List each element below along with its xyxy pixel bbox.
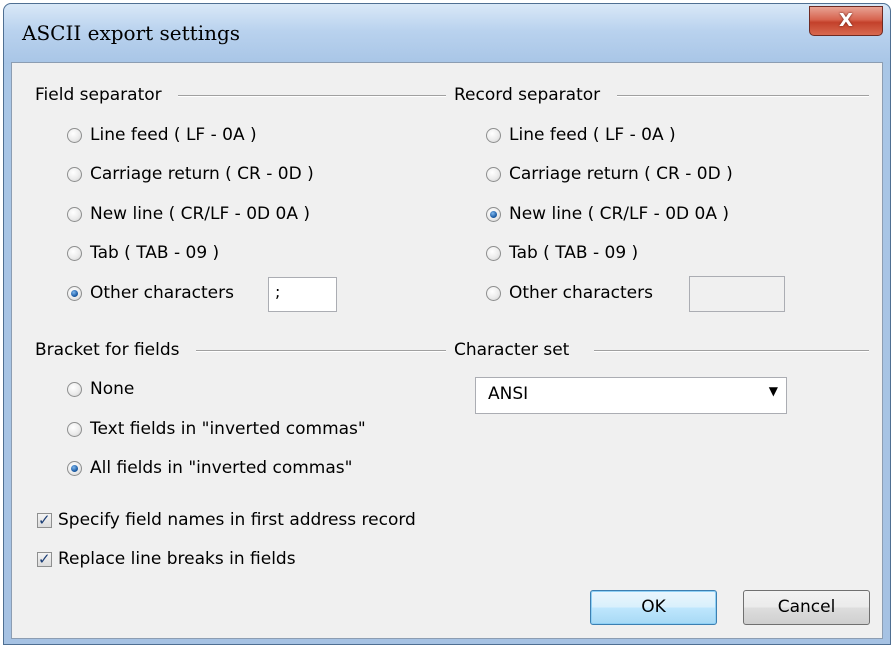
field-sep-other-input[interactable]: ; [268, 277, 337, 312]
cancel-button[interactable]: Cancel [743, 590, 870, 625]
radio-button[interactable] [486, 285, 501, 301]
charset-selected-value: ANSI [488, 384, 529, 404]
field-sep-option-tab[interactable]: Tab ( TAB - 09 ) [67, 241, 219, 265]
radio-button[interactable] [486, 245, 501, 261]
dialog-window: ASCII export settings X Field separator … [3, 3, 891, 645]
radio-button[interactable] [486, 127, 501, 143]
field-sep-option-label: Carriage return ( CR - 0D ) [90, 164, 314, 184]
radio-button[interactable] [67, 127, 82, 143]
radio-button[interactable] [67, 206, 82, 222]
checkbox-field-names[interactable]: Specify field names in first address rec… [37, 508, 416, 532]
checkbox-label: Replace line breaks in fields [58, 549, 296, 569]
field-separator-divider [178, 95, 446, 97]
checkbox-line-breaks[interactable]: Replace line breaks in fields [37, 547, 296, 571]
record-sep-option-other[interactable]: Other characters [486, 281, 653, 305]
chevron-down-icon[interactable]: ▼ [769, 384, 778, 398]
close-icon: X [839, 10, 853, 31]
field-sep-option-label: Other characters [90, 283, 234, 303]
record-separator-title: Record separator [454, 85, 601, 105]
bracket-option-text[interactable]: Text fields in "inverted commas" [67, 417, 366, 441]
bracket-title: Bracket for fields [35, 340, 180, 360]
radio-button[interactable] [67, 245, 82, 261]
field-sep-option-label: New line ( CR/LF - 0D 0A ) [90, 204, 310, 224]
close-button[interactable]: X [809, 6, 883, 36]
radio-button-selected[interactable] [486, 206, 501, 222]
bracket-divider [196, 350, 446, 352]
dialog-title: ASCII export settings [22, 21, 241, 45]
bracket-option-label: Text fields in "inverted commas" [90, 419, 366, 439]
record-sep-other-input[interactable] [689, 276, 785, 312]
radio-button-selected[interactable] [67, 285, 82, 301]
record-sep-option-crlf[interactable]: New line ( CR/LF - 0D 0A ) [486, 202, 729, 226]
radio-button[interactable] [67, 381, 82, 397]
bracket-option-label: None [90, 379, 135, 399]
checkbox-checked[interactable] [37, 550, 52, 568]
record-sep-option-label: Other characters [509, 283, 653, 303]
field-sep-option-other[interactable]: Other characters [67, 281, 234, 305]
record-sep-option-cr[interactable]: Carriage return ( CR - 0D ) [486, 162, 733, 186]
bracket-option-none[interactable]: None [67, 377, 134, 401]
bracket-option-label: All fields in "inverted commas" [90, 458, 353, 478]
radio-button[interactable] [67, 421, 82, 437]
radio-button-selected[interactable] [67, 460, 82, 476]
record-sep-option-lf[interactable]: Line feed ( LF - 0A ) [486, 123, 676, 147]
title-bar[interactable]: ASCII export settings X [4, 4, 890, 64]
radio-button[interactable] [67, 166, 82, 182]
record-sep-option-label: Tab ( TAB - 09 ) [509, 243, 639, 263]
record-sep-option-label: Carriage return ( CR - 0D ) [509, 164, 733, 184]
ok-button[interactable]: OK [590, 590, 717, 625]
charset-title: Character set [454, 340, 570, 360]
field-sep-option-lf[interactable]: Line feed ( LF - 0A ) [67, 123, 257, 147]
checkbox-label: Specify field names in first address rec… [58, 510, 416, 530]
field-sep-option-crlf[interactable]: New line ( CR/LF - 0D 0A ) [67, 202, 310, 226]
charset-divider [594, 350, 869, 352]
dialog-body: Field separator Line feed ( LF - 0A ) Ca… [11, 62, 883, 639]
record-separator-divider [617, 95, 869, 97]
record-sep-option-label: New line ( CR/LF - 0D 0A ) [509, 204, 729, 224]
bracket-option-all[interactable]: All fields in "inverted commas" [67, 456, 352, 480]
record-sep-option-label: Line feed ( LF - 0A ) [509, 125, 676, 145]
charset-select[interactable]: ANSI ▼ [475, 377, 787, 414]
field-separator-title: Field separator [35, 85, 162, 105]
radio-button[interactable] [486, 166, 501, 182]
record-sep-option-tab[interactable]: Tab ( TAB - 09 ) [486, 241, 638, 265]
checkbox-checked[interactable] [37, 511, 52, 529]
field-sep-option-label: Tab ( TAB - 09 ) [90, 243, 220, 263]
field-sep-option-cr[interactable]: Carriage return ( CR - 0D ) [67, 162, 314, 186]
field-sep-option-label: Line feed ( LF - 0A ) [90, 125, 257, 145]
